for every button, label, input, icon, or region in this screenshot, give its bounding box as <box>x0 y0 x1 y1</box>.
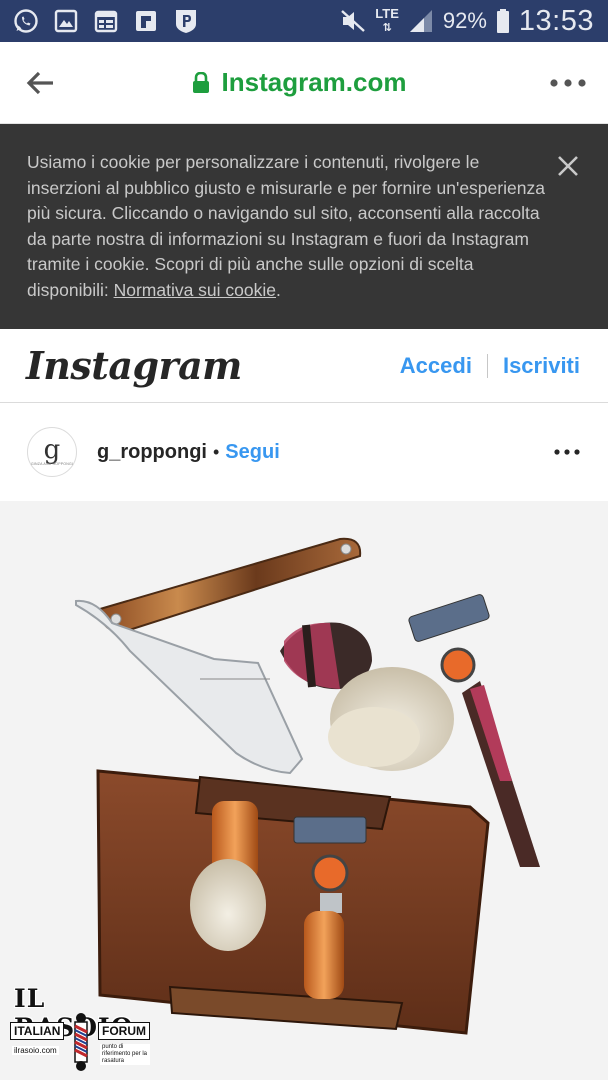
signup-link[interactable]: Iscriviti <box>503 353 580 379</box>
cookie-close-button[interactable] <box>556 154 582 180</box>
battery-percent: 92% <box>442 8 487 33</box>
battery-icon <box>495 7 511 35</box>
watermark-site: ilrasoio.com <box>12 1046 59 1055</box>
follow-button[interactable]: Segui <box>225 441 279 464</box>
cookie-banner: Usiamo i cookie per personalizzare i con… <box>0 124 608 329</box>
more-horizontal-icon <box>554 449 580 455</box>
ilrasoio-watermark: IL RASOIO ITALIAN FORUM ilrasoio.com pun… <box>6 984 156 1076</box>
back-arrow-icon <box>26 71 53 94</box>
separator-dot: • <box>212 441 220 462</box>
header-divider <box>486 353 488 378</box>
login-link[interactable]: Accedi <box>400 353 472 379</box>
watermark-left: ITALIAN <box>10 1022 65 1040</box>
back-button[interactable] <box>0 42 80 124</box>
post-username[interactable]: g_roppongi <box>97 441 207 464</box>
cookie-policy-link[interactable]: Normativa sui cookie <box>114 280 276 300</box>
avatar-letter: g <box>43 435 61 465</box>
parking-icon <box>172 7 200 35</box>
more-horizontal-icon <box>550 78 586 87</box>
close-icon <box>558 156 578 176</box>
watermark-tagline: punto di riferimento per la rasatura <box>100 1044 150 1065</box>
instagram-logo[interactable]: Instagram <box>26 343 242 388</box>
post-header: g GINZA AND ROPPONGI g_roppongi • Segui <box>0 403 608 501</box>
mute-icon <box>339 7 367 35</box>
url-text: Instagram.com <box>221 67 407 97</box>
whatsapp-icon <box>12 7 40 35</box>
flipboard-icon <box>132 7 160 35</box>
network-type: LTE ⇅ <box>375 6 399 34</box>
status-bar: LTE ⇅ 92% 13:53 <box>0 0 608 42</box>
instagram-header: Instagram Accedi Iscriviti <box>0 329 608 403</box>
browser-toolbar: Instagram.com <box>0 42 608 124</box>
browser-menu-button[interactable] <box>528 42 608 124</box>
leather-case <box>96 769 490 1035</box>
calendar-icon <box>92 7 120 35</box>
avatar[interactable]: g GINZA AND ROPPONGI <box>27 427 77 477</box>
post-options-button[interactable] <box>552 437 582 467</box>
cookie-text: Usiamo i cookie per personalizzare i con… <box>27 152 545 300</box>
barber-pole-icon <box>74 1013 88 1071</box>
clock: 13:53 <box>518 4 594 37</box>
address-bar[interactable]: Instagram.com <box>80 67 528 98</box>
gallery-icon <box>52 7 80 35</box>
watermark-right: FORUM <box>98 1022 150 1040</box>
avatar-caption: GINZA AND ROPPONGI <box>30 462 74 466</box>
lock-icon <box>192 71 209 93</box>
signal-icon <box>407 7 435 35</box>
